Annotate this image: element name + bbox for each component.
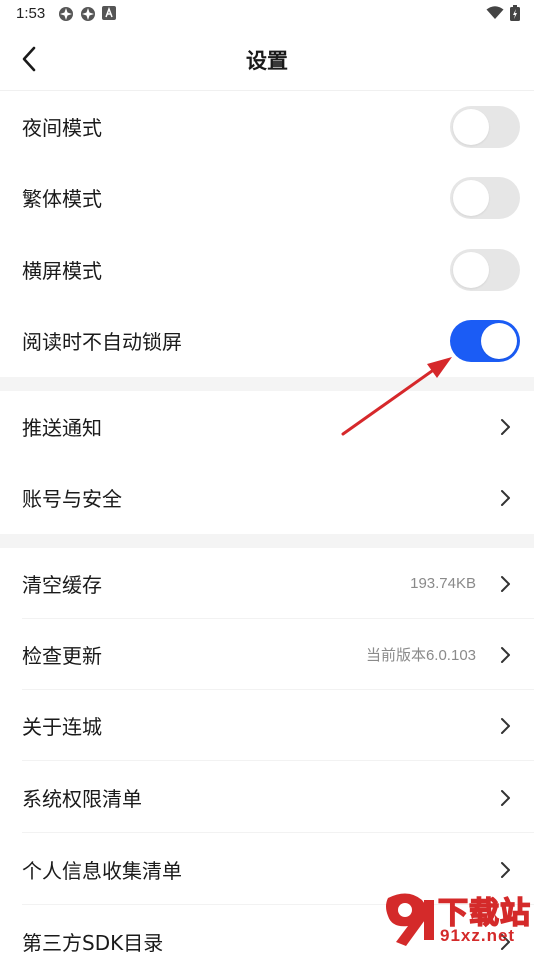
chevron-right-icon [501,418,510,435]
chevron-right-icon [501,789,510,806]
status-time: 1:53 [16,5,46,22]
row-divider [22,760,534,761]
toggle-knob [453,251,489,288]
watermark-logo-icon [386,893,434,946]
setting-label: 检查更新 [22,644,102,668]
setting-label: 推送通知 [22,416,102,440]
setting-label: 横屏模式 [22,259,102,283]
chevron-right-icon [501,861,510,878]
setting-clear-cache[interactable]: 清空缓存 193.74KB [0,548,534,619]
chevron-right-icon [501,717,510,734]
watermark-url: 91xz.net [440,926,516,945]
setting-push-notification[interactable]: 推送通知 [0,391,534,462]
setting-traditional-mode: 繁体模式 [0,162,534,233]
setting-landscape-mode: 横屏模式 [0,234,534,305]
section-divider [0,377,534,391]
status-left-icons [58,6,116,22]
setting-label: 第三方SDK目录 [22,931,164,955]
setting-account-security[interactable]: 账号与安全 [0,462,534,533]
page-title: 设置 [246,49,288,73]
setting-label: 系统权限清单 [22,787,142,811]
setting-permissions-list[interactable]: 系统权限清单 [0,762,534,833]
chevron-right-icon [501,646,510,663]
traditional-mode-toggle[interactable] [450,176,520,219]
setting-label: 账号与安全 [22,487,122,511]
setting-label: 清空缓存 [22,573,102,597]
app-notification-icon [59,7,73,21]
chevron-right-icon [501,489,510,506]
setting-label: 关于连城 [22,715,102,739]
battery-charging-icon [510,5,520,21]
toggle-knob [481,322,517,359]
setting-about[interactable]: 关于连城 [0,690,534,761]
toggle-knob [453,108,489,145]
row-divider [22,832,534,833]
cache-size-value: 193.74KB [410,575,476,592]
no-auto-lock-toggle[interactable] [450,319,520,362]
watermark: 下载站 91xz.net [378,886,534,950]
toggle-knob [453,179,489,216]
header: 设置 [0,28,534,91]
app-notification-icon [81,7,95,21]
chevron-right-icon [501,575,510,592]
landscape-mode-toggle[interactable] [450,248,520,291]
status-bar: 1:53 [0,0,534,28]
section-divider [0,534,534,548]
setting-label: 阅读时不自动锁屏 [22,330,182,354]
setting-label: 繁体模式 [22,187,102,211]
version-value: 当前版本6.0.103 [365,647,476,664]
setting-no-auto-lock: 阅读时不自动锁屏 [0,305,534,376]
night-mode-toggle[interactable] [450,105,520,148]
setting-label: 个人信息收集清单 [22,859,182,883]
text-icon [102,6,116,20]
status-right-icons [486,5,520,21]
wifi-icon [486,6,504,19]
setting-label: 夜间模式 [22,116,102,140]
setting-check-update[interactable]: 检查更新 当前版本6.0.103 [0,619,534,690]
setting-night-mode: 夜间模式 [0,91,534,162]
